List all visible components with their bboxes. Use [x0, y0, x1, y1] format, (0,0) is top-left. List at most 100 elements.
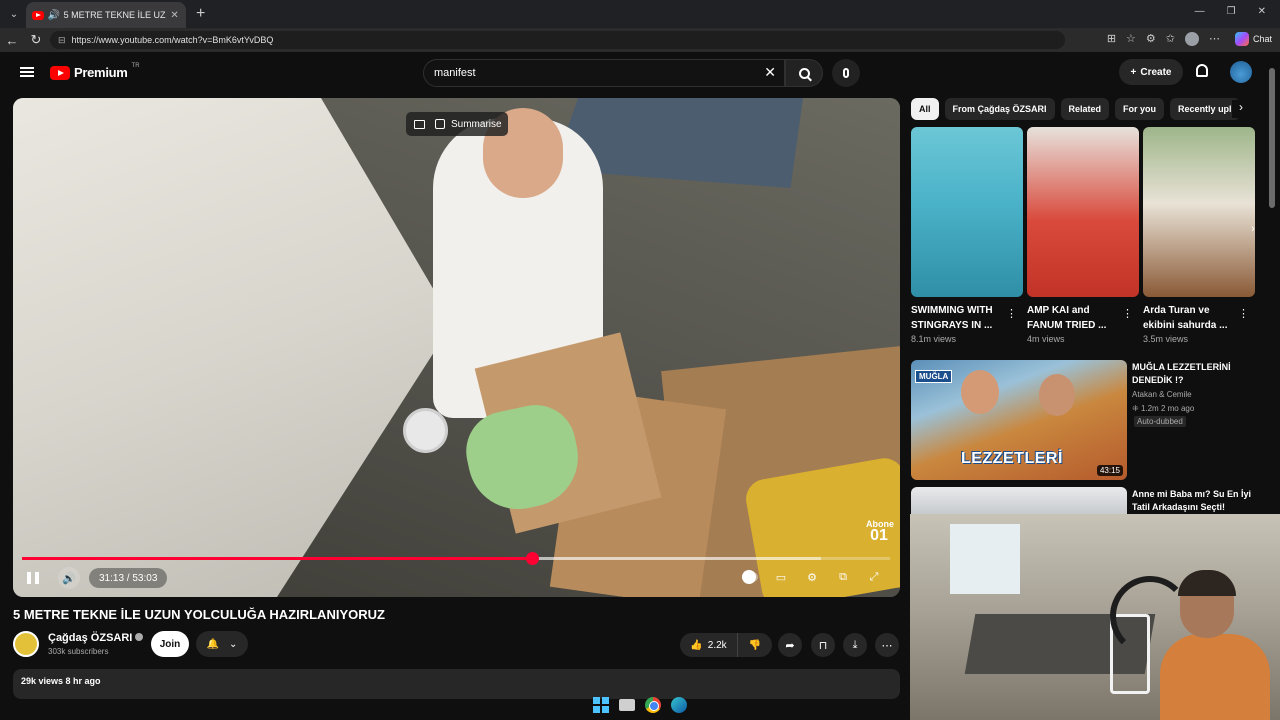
summarise-icon [435, 119, 445, 129]
logo-text: Premium [74, 65, 128, 80]
chip-for-you[interactable]: For you [1115, 98, 1165, 120]
filter-chips: All From Çağdaş ÖZSARI Related For you R… [911, 98, 1251, 120]
pause-icon[interactable] [27, 570, 43, 586]
recommended-channel[interactable]: Atakan & Cemile [1132, 390, 1192, 399]
webcam-window [950, 524, 1020, 594]
recommended-stats-text: 1.2m 2 mo ago [1140, 404, 1195, 413]
browser-tab-active[interactable]: 🔊 5 METRE TEKNE İLE UZUN YOLC ✕ [26, 2, 186, 28]
short-thumbnail[interactable] [1027, 127, 1139, 297]
short-more-icon[interactable]: ⋮ [1238, 307, 1249, 320]
recommended-video-title[interactable]: MUĞLA LEZZETLERİNİ DENEDİK !? [1132, 361, 1262, 387]
short-more-icon[interactable]: ⋮ [1006, 307, 1017, 320]
short-thumbnail[interactable] [911, 127, 1023, 297]
app-available-icon[interactable]: ⊞ [1107, 32, 1116, 46]
favorite-star-icon[interactable]: ☆ [1126, 32, 1136, 46]
webcam-shirt [1160, 634, 1270, 720]
chip-all[interactable]: All [911, 98, 939, 120]
back-arrow-icon[interactable]: ← [0, 33, 24, 48]
short-card[interactable]: AMP KAI and FANUM TRIED ... 4m views ⋮ [1027, 127, 1139, 344]
miniplayer-icon[interactable]: ⧉ [835, 569, 851, 585]
progress-scrubber-handle[interactable] [525, 552, 539, 565]
recommended-video-thumbnail[interactable]: MUĞLA LEZZETLERİ 43:15 [911, 360, 1127, 480]
youtube-header: Premium TR manifest ✕ + Create [0, 52, 1280, 94]
video-player[interactable]: Summarise Abone 01 🔊 31:13 / 53:03 ▭ ⚙ ⧉… [13, 98, 900, 597]
chips-next-chevron-icon[interactable]: › [1232, 100, 1250, 118]
chip-from-channel[interactable]: From Çağdaş ÖZSARI [944, 98, 1055, 120]
profile-avatar-icon[interactable] [1185, 32, 1199, 46]
more-options-icon[interactable]: ⋯ [1209, 32, 1220, 46]
youtube-premium-logo[interactable]: Premium TR [50, 62, 140, 80]
tab-close-icon[interactable]: ✕ [170, 10, 180, 21]
summarise-button[interactable]: Summarise [406, 112, 508, 136]
reload-icon[interactable]: ↻ [24, 32, 48, 48]
search-clear-icon[interactable]: ✕ [764, 64, 776, 81]
short-title[interactable]: Arda Turan ve ekibini sahurda ... [1143, 303, 1239, 333]
dislike-button[interactable]: 👎 [738, 633, 772, 657]
chrome-icon[interactable] [645, 697, 661, 713]
tab-title: 5 METRE TEKNE İLE UZUN YOLC [63, 10, 167, 20]
channel-avatar[interactable] [13, 631, 39, 657]
join-button[interactable]: Join [151, 631, 189, 657]
notifications-bell-icon[interactable] [1196, 64, 1208, 77]
edge-icon[interactable] [671, 697, 687, 713]
save-button[interactable]: ⊓ [811, 633, 835, 657]
plus-icon: + [1130, 66, 1137, 78]
tab-search-chevron-icon[interactable]: ⌄ [2, 2, 26, 26]
windows-start-icon[interactable] [593, 697, 609, 713]
short-title[interactable]: AMP KAI and FANUM TRIED ... [1027, 303, 1123, 333]
webcam-headset [1110, 576, 1190, 656]
channel-name-wrap[interactable]: Çağdaş ÖZSARI [48, 632, 144, 644]
recommended-video-title[interactable]: Anne mi Baba mı? Su En İyi Tatil Arkadaş… [1132, 488, 1262, 514]
settings-gear-icon[interactable]: ⚙ [804, 569, 820, 585]
recommended-video-thumbnail[interactable] [911, 487, 1127, 515]
minimize-icon[interactable]: — [1195, 6, 1205, 17]
address-bar-icons: ⊞ ☆ ⚙ ✩ ⋯ [1107, 32, 1220, 46]
description-box[interactable]: 29k views 8 hr ago [13, 669, 900, 699]
logo-region: TR [131, 62, 140, 69]
chip-recently-uploaded[interactable]: Recently upl [1170, 98, 1240, 120]
video-frame-fan [403, 408, 448, 453]
time-display: 31:13 / 53:03 [89, 568, 168, 588]
search-input[interactable]: manifest ✕ [423, 59, 785, 87]
window-close-icon[interactable]: ✕ [1258, 6, 1266, 17]
thumbnail-face [961, 370, 999, 414]
fullscreen-icon[interactable]: ⤢ [866, 569, 882, 585]
miniplayer-icon [414, 119, 425, 129]
short-thumbnail[interactable] [1143, 127, 1255, 297]
tab-audio-icon[interactable]: 🔊 [48, 10, 60, 21]
thumbnail-badge: MUĞLA [915, 370, 953, 383]
progress-bar[interactable] [22, 552, 890, 565]
short-title[interactable]: SWIMMING WITH STINGRAYS IN ... [911, 303, 1007, 333]
more-actions-button[interactable]: ⋯ [875, 633, 899, 657]
file-explorer-icon[interactable] [619, 699, 635, 711]
webcam-overlay [910, 514, 1280, 720]
short-more-icon[interactable]: ⋮ [1122, 307, 1133, 320]
voice-search-button[interactable] [832, 59, 860, 87]
video-duration: 43:15 [1096, 465, 1123, 476]
favorites-list-icon[interactable]: ✩ [1166, 32, 1175, 46]
like-button[interactable]: 👍 2.2k [680, 633, 738, 657]
channel-watermark[interactable]: Abone 01 [866, 519, 894, 545]
subscribed-bell-button[interactable]: 🔔 ⌄ [196, 631, 248, 657]
extensions-icon[interactable]: ⚙ [1146, 32, 1156, 46]
short-card[interactable]: Arda Turan ve ekibini sahurda ... 3.5m v… [1143, 127, 1255, 344]
youtube-logo-icon [50, 65, 70, 80]
maximize-icon[interactable]: ❐ [1227, 6, 1236, 17]
search-button[interactable] [785, 59, 823, 87]
url-field[interactable]: ⊟ https://www.youtube.com/watch?v=BmK6vt… [50, 31, 1065, 49]
volume-icon[interactable]: 🔊 [58, 567, 80, 589]
create-button[interactable]: + Create [1119, 59, 1183, 85]
download-button[interactable]: ⤓ [843, 633, 867, 657]
new-tab-icon[interactable]: + [196, 5, 205, 23]
user-avatar[interactable] [1230, 61, 1252, 83]
site-info-icon[interactable]: ⊟ [58, 35, 66, 46]
scrollbar-thumb[interactable] [1269, 68, 1275, 208]
copilot-chat-button[interactable]: Chat [1234, 32, 1272, 46]
shorts-next-chevron-icon[interactable]: › [1243, 218, 1263, 240]
menu-hamburger-icon[interactable] [20, 67, 34, 77]
subtitles-icon[interactable]: ▭ [773, 569, 789, 585]
chip-related[interactable]: Related [1060, 98, 1110, 120]
autoplay-toggle[interactable] [742, 569, 758, 585]
share-button[interactable]: ➦ [778, 633, 802, 657]
short-card[interactable]: SWIMMING WITH STINGRAYS IN ... 8.1m view… [911, 127, 1023, 344]
